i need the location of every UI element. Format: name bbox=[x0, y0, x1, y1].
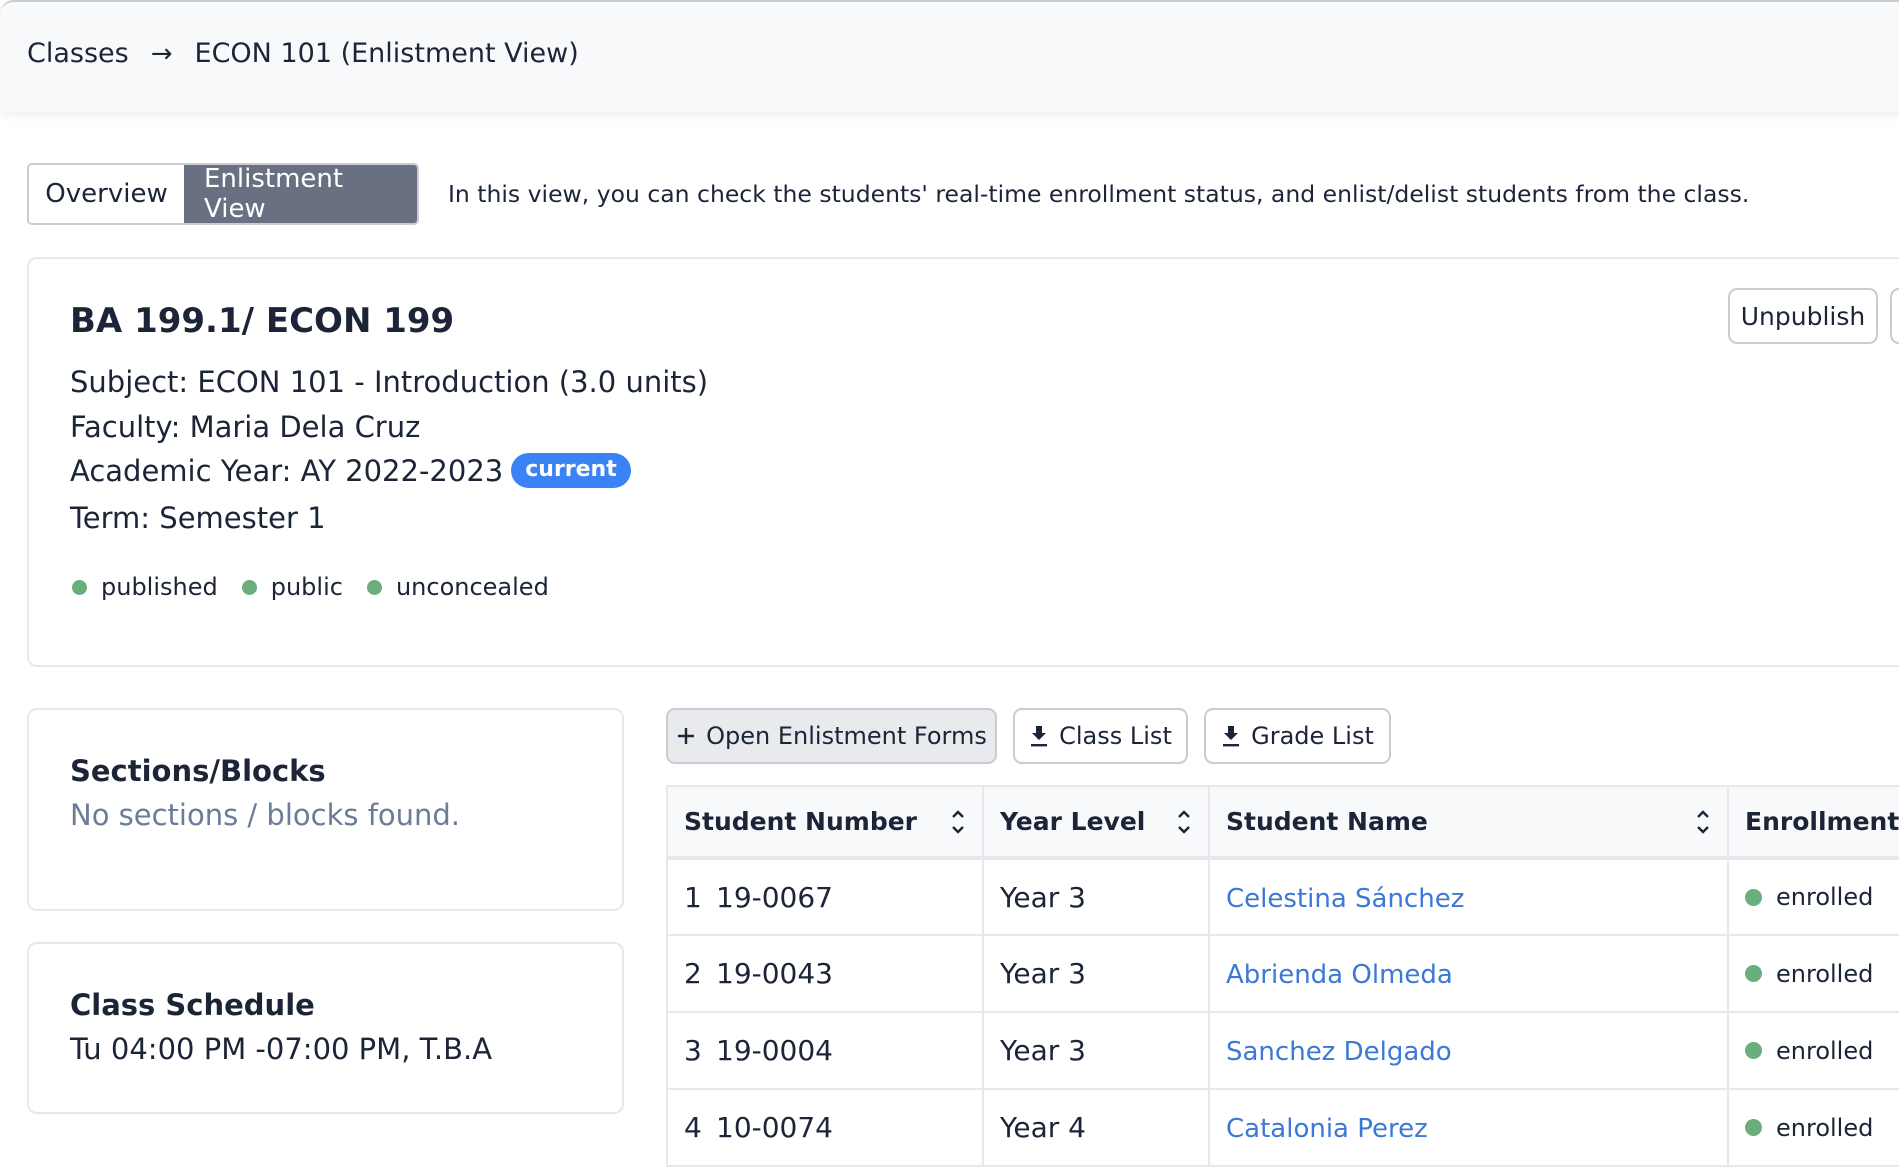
schedule-title: Class Schedule bbox=[70, 988, 315, 1022]
student-name-cell: Catalonia Perez bbox=[1208, 1088, 1729, 1167]
status-dot-icon bbox=[1745, 965, 1762, 982]
sort-icon[interactable] bbox=[1695, 808, 1711, 836]
current-badge: current bbox=[511, 453, 631, 488]
student-name-link[interactable]: Catalonia Perez bbox=[1226, 1114, 1428, 1144]
class-info-card: BA 199.1/ ECON 199 Subject: ECON 101 - I… bbox=[27, 257, 1899, 667]
enrollment-status-cell: enrolled bbox=[1727, 1011, 1899, 1090]
status-published: published bbox=[72, 573, 218, 601]
class-subject: Subject: ECON 101 - Introduction (3.0 un… bbox=[70, 365, 709, 399]
view-description: In this view, you can check the students… bbox=[448, 180, 1750, 208]
enrollment-status-cell: enrolled bbox=[1727, 934, 1899, 1013]
plus-icon bbox=[676, 726, 696, 746]
row-index: 3 bbox=[684, 1034, 702, 1067]
status-public: public bbox=[241, 573, 343, 601]
breadcrumb-current: ECON 101 (Enlistment View) bbox=[194, 38, 579, 69]
class-academic-year-row: Academic Year: AY 2022-2023 current bbox=[70, 453, 631, 488]
breadcrumb-classes-link[interactable]: Classes bbox=[27, 38, 129, 69]
column-label: Student Name bbox=[1226, 807, 1428, 836]
student-number: 19-0067 bbox=[716, 880, 833, 914]
status-dot-icon bbox=[1745, 888, 1762, 906]
sections-card: Sections/Blocks No sections / blocks fou… bbox=[27, 708, 624, 911]
grade-list-download-button[interactable]: Grade List bbox=[1204, 708, 1391, 764]
enrollment-status-cell: enrolled bbox=[1727, 857, 1899, 936]
class-status-row: published public unconcealed bbox=[72, 573, 573, 601]
class-list-label: Class List bbox=[1059, 722, 1172, 750]
column-label: Year Level bbox=[1000, 807, 1146, 836]
grade-list-label: Grade List bbox=[1251, 722, 1374, 750]
enrollment-status: enrolled bbox=[1776, 883, 1874, 911]
student-name-link[interactable]: Abrienda Olmeda bbox=[1226, 960, 1453, 990]
column-year-level[interactable]: Year Level bbox=[982, 785, 1210, 860]
status-label: unconcealed bbox=[395, 573, 549, 601]
download-icon bbox=[1029, 725, 1049, 747]
student-number: 19-0043 bbox=[716, 957, 833, 990]
student-name-cell: Celestina Sánchez bbox=[1208, 857, 1729, 936]
unpublish-button[interactable]: Unpublish bbox=[1728, 288, 1878, 344]
row-index: 1 bbox=[684, 880, 702, 914]
table-header-row: Student Number Year Level Student Name E… bbox=[666, 785, 1899, 860]
year-level-cell: Year 3 bbox=[982, 1011, 1210, 1090]
column-student-number[interactable]: Student Number bbox=[666, 785, 984, 860]
enrollment-status: enrolled bbox=[1776, 959, 1874, 988]
schedule-text: Tu 04:00 PM -07:00 PM, T.B.A bbox=[70, 1032, 493, 1066]
student-name-link[interactable]: Sanchez Delgado bbox=[1226, 1037, 1452, 1067]
status-label: public bbox=[270, 573, 343, 601]
student-name-link[interactable]: Celestina Sánchez bbox=[1226, 884, 1464, 914]
tab-enlistment-view[interactable]: Enlistment View bbox=[184, 165, 417, 223]
status-label: published bbox=[101, 573, 218, 601]
open-enlistment-forms-button[interactable]: Open Enlistment Forms bbox=[666, 708, 997, 764]
view-tabs: Overview Enlistment View bbox=[27, 163, 419, 225]
enrollment-status: enrolled bbox=[1776, 1113, 1874, 1142]
student-number-cell: 4 10-0074 bbox=[666, 1088, 984, 1167]
class-faculty: Faculty: Maria Dela Cruz bbox=[70, 410, 421, 444]
open-enlistment-forms-label: Open Enlistment Forms bbox=[706, 722, 987, 750]
table-row: 2 19-0043 Year 3 Abrienda Olmeda enrolled bbox=[666, 934, 1899, 1013]
row-index: 2 bbox=[684, 957, 702, 990]
top-bar: Classes → ECON 101 (Enlistment View) bbox=[0, 0, 1899, 112]
year-level-cell: Year 3 bbox=[982, 934, 1210, 1013]
class-academic-year: Academic Year: AY 2022-2023 bbox=[70, 453, 504, 488]
column-label: Student Number bbox=[684, 807, 918, 836]
student-name-cell: Sanchez Delgado bbox=[1208, 1011, 1729, 1090]
status-dot-icon bbox=[72, 579, 87, 595]
student-number: 10-0074 bbox=[716, 1111, 833, 1144]
column-label: Enrollment Status bbox=[1745, 807, 1899, 836]
column-student-name[interactable]: Student Name bbox=[1208, 785, 1729, 860]
sections-title: Sections/Blocks bbox=[70, 754, 326, 788]
status-unconcealed: unconcealed bbox=[366, 573, 549, 601]
breadcrumb: Classes → ECON 101 (Enlistment View) bbox=[27, 38, 579, 69]
row-index: 4 bbox=[684, 1111, 702, 1144]
status-dot-icon bbox=[1745, 1119, 1762, 1136]
students-table: Student Number Year Level Student Name E… bbox=[666, 785, 1899, 1167]
table-row: 1 19-0067 Year 3 Celestina Sánchez enroll… bbox=[666, 857, 1899, 936]
sort-icon[interactable] bbox=[950, 808, 966, 836]
class-title: BA 199.1/ ECON 199 bbox=[70, 301, 455, 341]
download-icon bbox=[1221, 725, 1241, 747]
student-number-cell: 3 19-0004 bbox=[666, 1011, 984, 1090]
student-number-cell: 2 19-0043 bbox=[666, 934, 984, 1013]
sort-icon[interactable] bbox=[1176, 808, 1192, 836]
table-row: 3 19-0004 Year 3 Sanchez Delgado enrolled bbox=[666, 1011, 1899, 1090]
status-dot-icon bbox=[366, 579, 382, 595]
student-number: 19-0004 bbox=[716, 1034, 833, 1067]
status-dot-icon bbox=[1745, 1042, 1762, 1059]
sections-empty-text: No sections / blocks found. bbox=[70, 798, 461, 832]
student-number-cell: 1 19-0067 bbox=[666, 857, 984, 936]
table-row: 4 10-0074 Year 4 Catalonia Perez enrolled bbox=[666, 1088, 1899, 1167]
status-dot-icon bbox=[241, 579, 257, 595]
year-level-cell: Year 3 bbox=[982, 857, 1210, 936]
tab-overview[interactable]: Overview bbox=[29, 165, 184, 223]
schedule-card: Class Schedule Tu 04:00 PM -07:00 PM, T.… bbox=[27, 942, 624, 1114]
column-enrollment-status[interactable]: Enrollment Status bbox=[1727, 785, 1899, 860]
breadcrumb-arrow-icon: → bbox=[150, 38, 173, 69]
enrollment-status: enrolled bbox=[1776, 1036, 1874, 1065]
student-name-cell: Abrienda Olmeda bbox=[1208, 934, 1729, 1013]
class-term: Term: Semester 1 bbox=[70, 501, 326, 535]
year-level-cell: Year 4 bbox=[982, 1088, 1210, 1167]
card-action-button[interactable] bbox=[1890, 288, 1899, 344]
class-list-download-button[interactable]: Class List bbox=[1013, 708, 1188, 764]
enrollment-status-cell: enrolled bbox=[1727, 1088, 1899, 1167]
